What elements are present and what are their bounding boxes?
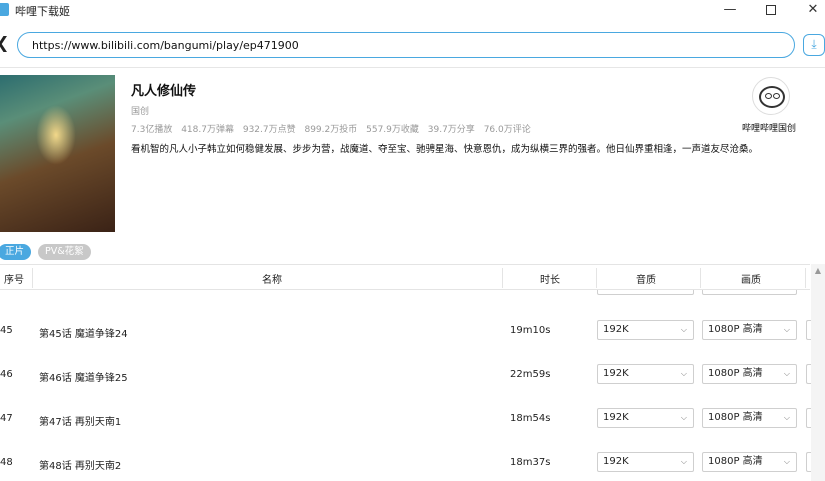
avatar-eye	[773, 93, 780, 99]
table-row[interactable]: 46 第46话 魔道争锋25 22m59s 192K ⌵ 1080P 高清 ⌵	[0, 352, 825, 396]
video-quality-select[interactable]: 1080P 高清 ⌵	[702, 452, 797, 472]
download-button[interactable]: ⤓	[803, 34, 825, 56]
uploader-name[interactable]: 哔哩哔哩国创	[742, 121, 796, 134]
close-button[interactable]: ✕	[793, 0, 825, 22]
chevron-down-icon: ⌵	[783, 325, 790, 334]
chevron-down-icon: ⌵	[680, 325, 687, 334]
video-quality-value: 1080P 高清	[708, 412, 763, 423]
row-index: 45	[0, 325, 13, 336]
table-row[interactable]: 48 第48话 再别天南2 18m37s 192K ⌵ 1080P 高清 ⌵	[0, 440, 825, 481]
video-quality-value: 1080P 高清	[708, 368, 763, 379]
maximize-button[interactable]	[751, 0, 791, 22]
stat-play: 7.3亿播放	[131, 125, 173, 135]
cover-image	[0, 75, 115, 232]
row-index: 46	[0, 369, 13, 380]
window-title: 哔哩下载姬	[15, 5, 70, 18]
header-audio[interactable]: 音质	[636, 271, 656, 286]
download-icon: ⤓	[811, 37, 817, 51]
maximize-icon	[766, 4, 776, 15]
chevron-down-icon: ⌵	[783, 413, 790, 422]
uploader-avatar[interactable]	[752, 77, 790, 115]
audio-quality-value: 192K	[603, 456, 629, 467]
stat-danmaku: 418.7万弹幕	[181, 125, 234, 135]
table-row[interactable]: 47 第47话 再别天南1 18m54s 192K ⌵ 1080P 高清 ⌵	[0, 396, 825, 440]
avatar-face	[759, 86, 785, 108]
row-duration: 19m10s	[510, 325, 551, 336]
row-index: 47	[0, 413, 13, 424]
table-scrollbar[interactable]: ▲	[811, 264, 825, 481]
audio-quality-select[interactable]: 192K ⌵	[597, 320, 694, 340]
tab-pv-extras[interactable]: PV&花絮	[38, 244, 91, 260]
column-separator[interactable]	[502, 268, 503, 288]
table-row[interactable]: 45 第45话 魔道争锋24 19m10s 192K ⌵ 1080P 高清 ⌵	[0, 308, 825, 352]
column-separator[interactable]	[596, 268, 597, 288]
audio-quality-value: 192K	[603, 412, 629, 423]
row-name: 第45话 魔道争锋24	[39, 329, 128, 340]
stat-coin: 899.2万投币	[304, 125, 358, 135]
cover-glow	[36, 105, 76, 165]
column-separator[interactable]	[32, 268, 33, 288]
audio-quality-value: 192K	[603, 324, 629, 335]
header-divider	[0, 67, 825, 68]
title-bar: 哔哩下载姬 — ✕	[0, 0, 825, 22]
chevron-down-icon: ⌵	[783, 369, 790, 378]
stat-favorite: 557.9万收藏	[366, 125, 419, 135]
stat-like: 932.7万点赞	[242, 125, 296, 135]
chevron-down-icon: ⌵	[680, 369, 687, 378]
chevron-down-icon: ⌵	[783, 457, 790, 466]
url-input[interactable]	[17, 32, 795, 58]
row-name: 第48话 再别天南2	[39, 461, 122, 472]
audio-quality-select[interactable]: 192K ⌵	[597, 452, 694, 472]
table-header: 序号 名称 时长 音质 画质	[0, 264, 810, 290]
header-video[interactable]: 画质	[741, 271, 761, 286]
app-logo-icon	[0, 3, 9, 16]
minimize-button[interactable]: —	[710, 0, 750, 22]
avatar-eye	[765, 93, 772, 99]
video-quality-select[interactable]	[702, 290, 797, 295]
row-name: 第46话 魔道争锋25	[39, 373, 128, 384]
video-description: 看机智的凡人小子韩立如何稳健发展、步步为营，战魔道、夺至宝、驰骋星海、快意恩仇，…	[131, 144, 759, 155]
row-duration: 18m37s	[510, 457, 551, 468]
row-duration: 22m59s	[510, 369, 551, 380]
video-quality-value: 1080P 高清	[708, 456, 763, 467]
column-separator[interactable]	[700, 268, 701, 288]
tab-main-episodes[interactable]: 正片	[0, 244, 32, 260]
chevron-down-icon: ⌵	[680, 457, 687, 466]
stat-comment: 76.0万评论	[483, 125, 531, 135]
video-title: 凡人修仙传	[131, 84, 197, 99]
audio-quality-select[interactable]: 192K ⌵	[597, 408, 694, 428]
row-index: 48	[0, 457, 13, 468]
stat-share: 39.7万分享	[427, 125, 475, 135]
video-quality-value: 1080P 高清	[708, 324, 763, 335]
video-type: 国创	[131, 107, 150, 117]
video-quality-select[interactable]: 1080P 高清 ⌵	[702, 320, 797, 340]
row-duration: 18m54s	[510, 413, 551, 424]
audio-quality-select[interactable]	[597, 290, 694, 295]
header-index[interactable]: 序号	[4, 271, 24, 286]
audio-quality-select[interactable]: 192K ⌵	[597, 364, 694, 384]
scroll-up-arrow-icon[interactable]: ▲	[811, 266, 825, 275]
video-stats: 7.3亿播放 418.7万弹幕 932.7万点赞 899.2万投币 557.9万…	[131, 122, 537, 135]
audio-quality-value: 192K	[603, 368, 629, 379]
back-arrow-icon[interactable]: ❮	[0, 33, 9, 52]
row-name: 第47话 再别天南1	[39, 417, 122, 428]
table-row-clipped	[0, 290, 810, 295]
video-quality-select[interactable]: 1080P 高清 ⌵	[702, 364, 797, 384]
header-duration[interactable]: 时长	[540, 271, 560, 286]
column-separator[interactable]	[805, 268, 806, 288]
header-name[interactable]: 名称	[262, 271, 282, 286]
chevron-down-icon: ⌵	[680, 413, 687, 422]
video-quality-select[interactable]: 1080P 高清 ⌵	[702, 408, 797, 428]
